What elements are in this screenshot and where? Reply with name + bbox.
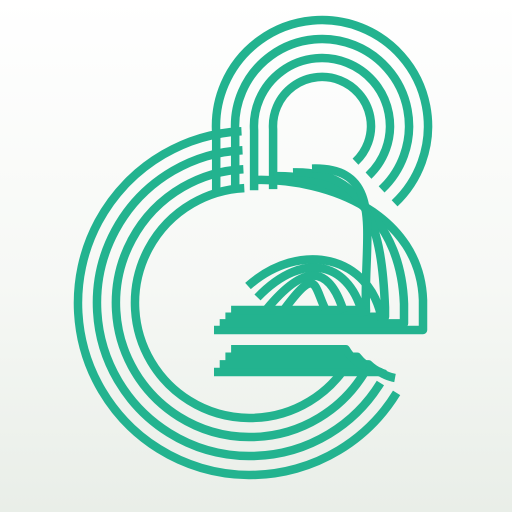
app-icon-canvas (0, 0, 512, 512)
interlaced-line-monogram-logo-icon (73, 15, 433, 480)
outer-ring-line (130, 183, 352, 423)
base-line (214, 367, 396, 383)
